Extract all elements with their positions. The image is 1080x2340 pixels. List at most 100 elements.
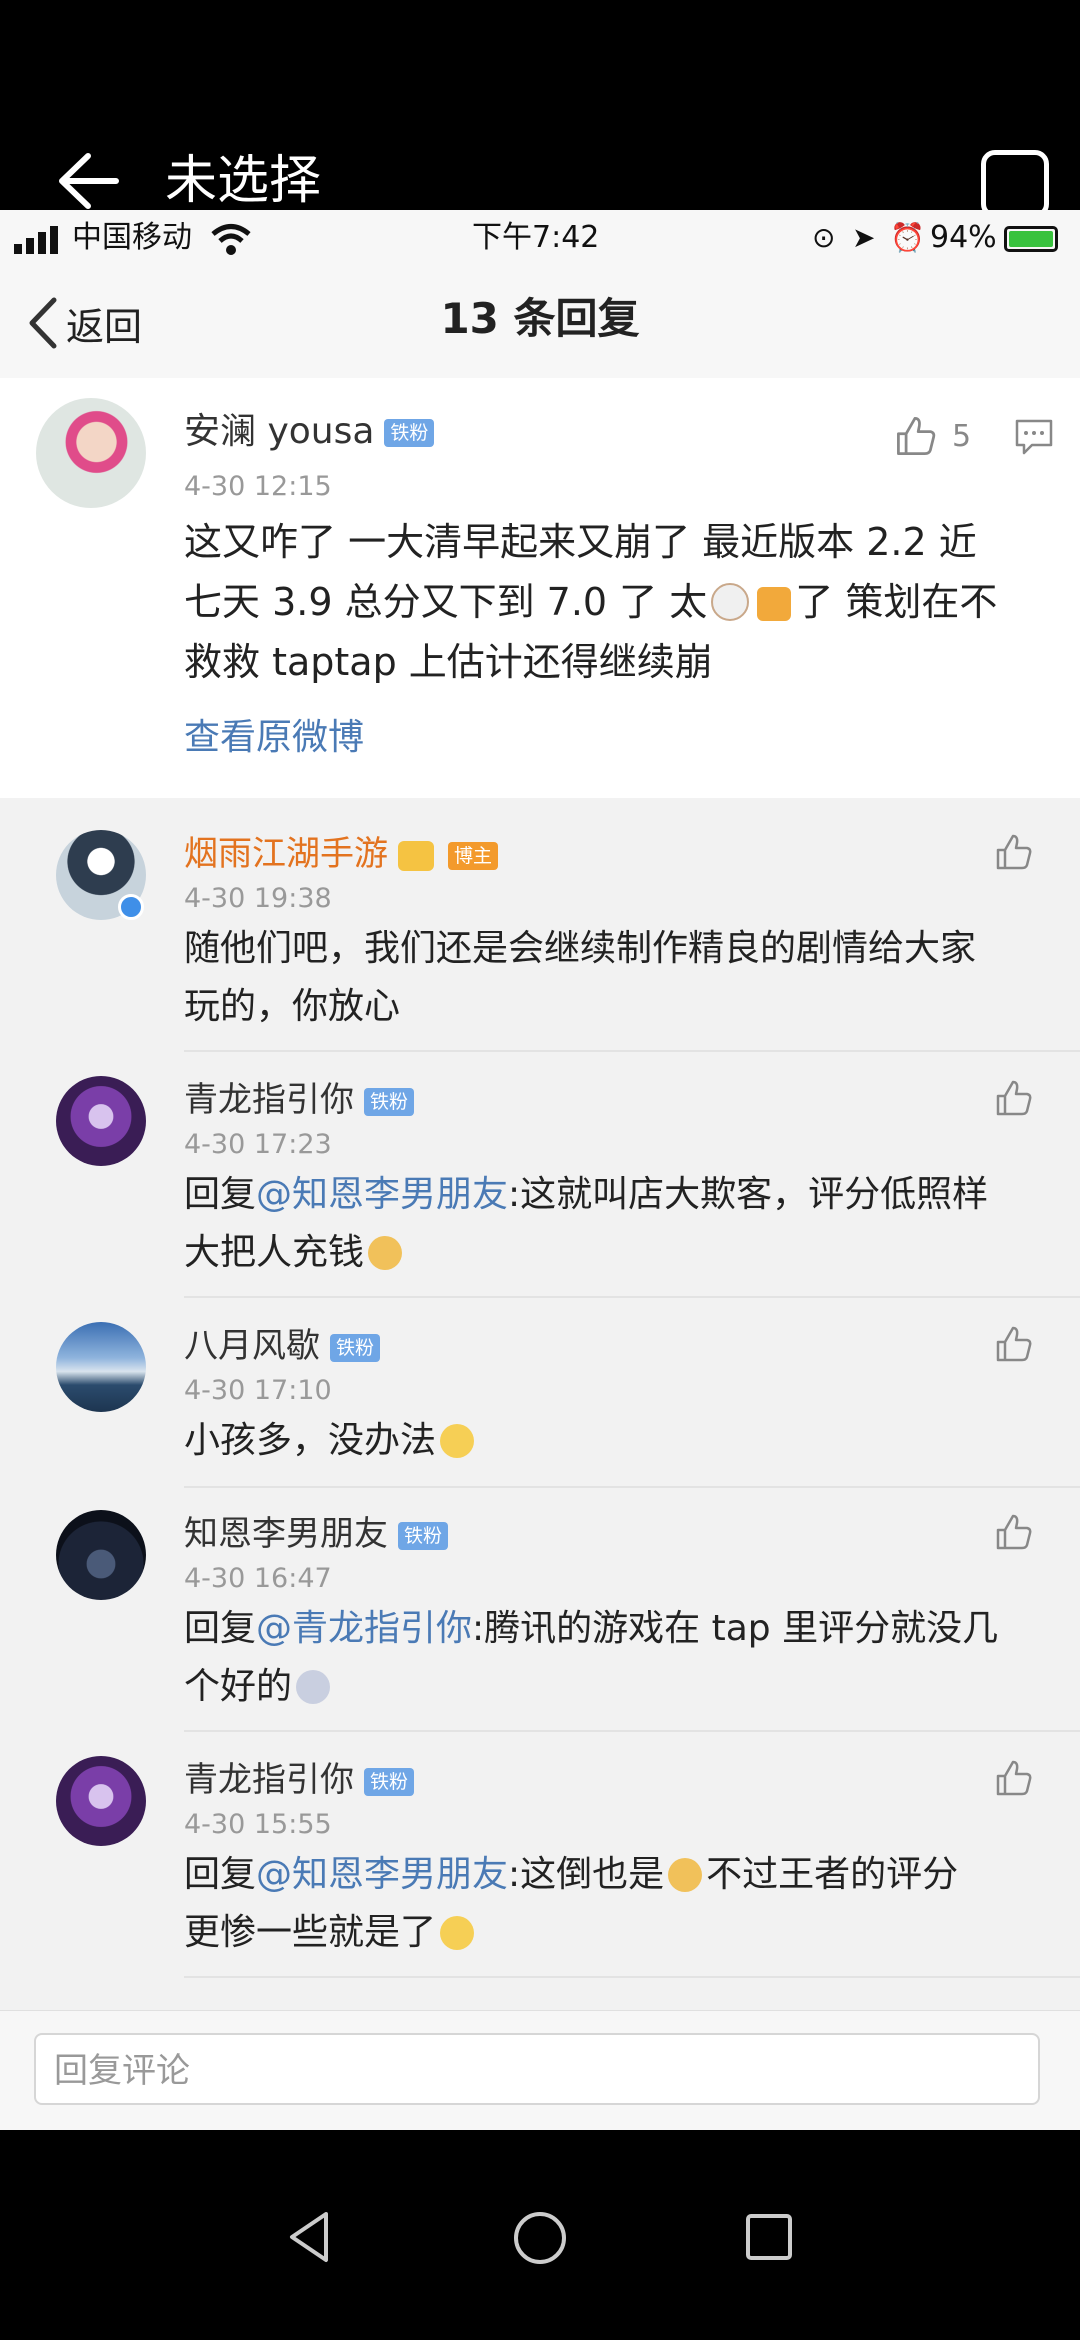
username[interactable]: 安澜 yousa 铁粉 [184,410,435,454]
username-text: 烟雨江湖手游 [184,834,388,874]
status-time: 下午7:42 [472,220,600,255]
avatar[interactable] [56,1322,146,1412]
top-title: 未选择 [165,151,322,211]
verified-icon [118,894,144,920]
username[interactable]: 青龙指引你 铁粉 [184,1078,415,1122]
comment-time: 4-30 12:15 [184,471,332,502]
reply-line-2: 个好的 [184,1658,1044,1716]
username[interactable]: 青龙指引你 铁粉 [184,1758,415,1802]
thumbs-up-icon[interactable] [994,1758,1034,1798]
divider [184,1976,1080,1978]
username-text: 青龙指引你 [184,1760,354,1800]
mention-link[interactable]: @青龙指引你 [256,1608,472,1649]
square-recent-icon[interactable] [744,2212,794,2262]
reply-comment-input[interactable]: 回复评论 [34,2033,1040,2105]
reply-text: 小孩多，没办法 [184,1412,1044,1470]
fan-badge: 铁粉 [364,1087,415,1116]
laugh-cry-emoji-icon [440,1916,475,1950]
reply-line-2: 玩的，你放心 [184,986,401,1027]
reply-line-1-rest: :这倒也是 [508,1854,665,1895]
thumbs-up-icon[interactable] [994,1512,1034,1552]
avatar[interactable] [36,398,146,508]
blogger-badge: 博主 [448,841,499,870]
alarm-icon: ⏰ [890,221,925,254]
comment-line-2: 七天 3.9 总分又下到 7.0 了 太 了 策划在不 [184,572,1044,632]
thumbs-up-icon[interactable] [894,414,938,458]
wifi-icon [211,224,251,255]
reply-line-1-rest-2: 不过王者的评分 [706,1854,959,1895]
reply-prefix: 回复 [184,1854,257,1895]
back-button[interactable]: 返回 [26,268,142,378]
triangle-back-icon[interactable] [286,2210,332,2264]
reply-line-1-rest: :腾讯的游戏在 tap 里评分就没几 [472,1608,999,1649]
fan-badge: 铁粉 [384,419,435,447]
reply-text: 回复@知恩李男朋友:这就叫店大欺客，评分低照样 大把人充钱 [184,1166,1044,1282]
battery-percent: 94% [930,220,997,255]
reply-line-1-rest: :这就叫店大欺客，评分低照样 [508,1174,989,1215]
top-action-bar: 未选择 [0,0,1080,218]
husky-emoji-icon [296,1670,331,1704]
reply-list: 烟雨江湖手游 博主 4-30 19:38 随他们吧，我们还是会继续制作精良的剧情给… [0,798,1080,2010]
comment-line-2-start: 七天 3.9 总分又下到 7.0 了 太 [184,580,708,624]
reply-line-2-text: 大把人充钱 [184,1232,365,1273]
avatar[interactable] [56,1076,146,1166]
battery-icon [1004,226,1058,252]
reply-line-1: 回复@知恩李男朋友:这倒也是 不过王者的评分 [184,1846,1044,1904]
beer-emoji-icon [757,587,792,621]
thumbs-up-icon[interactable] [994,832,1034,872]
comment-line-2-end: 了 策划在不 [795,580,998,624]
signal-icon [14,226,58,254]
square-icon[interactable] [981,150,1049,218]
thumbs-up-icon[interactable] [994,1078,1034,1118]
fan-badge: 铁粉 [330,1333,381,1362]
reply-time: 4-30 16:47 [184,1563,332,1594]
reply-line-1: 回复@青龙指引你:腾讯的游戏在 tap 里评分就没几 [184,1600,1044,1658]
reply-line-1: 回复@知恩李男朋友:这就叫店大欺客，评分低照样 [184,1166,1044,1224]
reply-prefix: 回复 [184,1174,257,1215]
username[interactable]: 烟雨江湖手游 博主 [184,832,499,876]
reply-time: 4-30 19:38 [184,883,332,914]
divider [184,1296,1080,1298]
comment-text: 这又咋了 一大清早起来又崩了 最近版本 2.2 近 七天 3.9 总分又下到 7… [184,512,1044,692]
reply-text: 随他们吧，我们还是会继续制作精良的剧情给大家 玩的，你放心 [184,920,1044,1036]
location-icon: ➤ [852,221,876,254]
username[interactable]: 八月风歇 铁粉 [184,1324,381,1368]
mention-link[interactable]: @知恩李男朋友 [256,1174,508,1215]
chevron-left-icon [29,297,57,349]
comment-line-3: 救救 taptap 上估计还得继续崩 [184,640,713,684]
fan-badge: 铁粉 [364,1767,415,1796]
arrow-left-icon[interactable] [54,148,120,214]
doge-emoji-icon [668,1858,703,1892]
divider [184,1050,1080,1052]
doge-emoji-icon [368,1236,403,1270]
circle-home-icon[interactable] [512,2210,568,2266]
avatar[interactable] [56,1510,146,1600]
thumbs-up-icon[interactable] [994,1324,1034,1364]
system-navigation-bar [0,2130,1080,2340]
back-label: 返回 [66,304,143,349]
reply-line-2-text: 更惨一些就是了 [184,1912,437,1953]
avatar[interactable] [56,1756,146,1846]
username[interactable]: 知恩李男朋友 铁粉 [184,1512,449,1556]
reply-line-1: 随他们吧，我们还是会继续制作精良的剧情给大家 [184,928,977,969]
comment-icon[interactable] [1014,418,1054,456]
reply-line-2: 大把人充钱 [184,1224,1044,1282]
reply-line-1: 小孩多，没办法 [184,1412,1044,1470]
like-count: 5 [952,419,972,454]
username-text: 安澜 yousa [184,411,375,452]
divider [184,1730,1080,1732]
crown-badge-icon [398,841,434,871]
reply-text: 回复@知恩李男朋友:这倒也是 不过王者的评分 更惨一些就是了 [184,1846,1044,1962]
reply-time: 4-30 17:23 [184,1129,332,1160]
fan-badge: 铁粉 [398,1521,449,1550]
reply-prefix: 回复 [184,1608,257,1649]
reply-line-1-text: 小孩多，没办法 [184,1420,437,1461]
shush-emoji-icon [440,1424,475,1458]
comment-line-1: 这又咋了 一大清早起来又崩了 最近版本 2.2 近 [184,520,977,564]
reply-text: 回复@青龙指引你:腾讯的游戏在 tap 里评分就没几 个好的 [184,1600,1044,1716]
divider [184,1486,1080,1488]
reply-time: 4-30 17:10 [184,1375,332,1406]
mention-link[interactable]: @知恩李男朋友 [256,1854,508,1895]
reply-line-2-text: 个好的 [184,1666,293,1707]
view-original-link[interactable]: 查看原微博 [184,716,364,760]
